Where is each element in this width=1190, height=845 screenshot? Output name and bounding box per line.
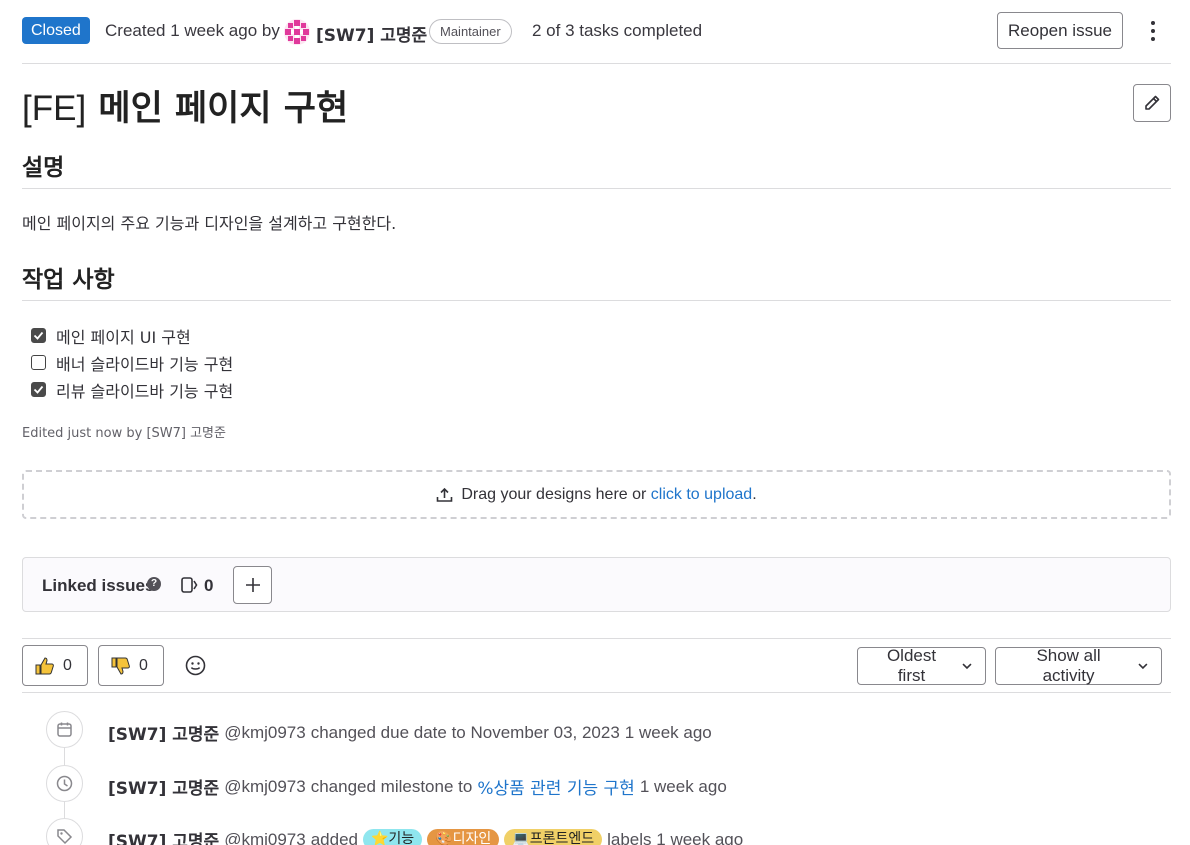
status-badge: Closed <box>22 17 90 44</box>
task-checkbox[interactable] <box>31 382 46 397</box>
activity-filter-label: Show all activity <box>1036 646 1101 685</box>
task-item: 메인 페이지 UI 구현 <box>31 322 233 349</box>
task-label: 메인 페이지 UI 구현 <box>56 327 191 347</box>
tasks-heading: 작업 사항 <box>22 260 1171 301</box>
label-design[interactable]: 🎨디자인 <box>427 829 500 845</box>
more-actions-icon[interactable] <box>1143 16 1163 46</box>
label-icon <box>46 818 83 845</box>
task-item: 리뷰 슬라이드바 기능 구현 <box>31 376 233 403</box>
pencil-icon <box>1145 95 1160 110</box>
activity-item: [SW7] 고명준 @kmj0973 changed due date to N… <box>108 720 712 746</box>
activity-handle: @kmj0973 <box>224 829 306 845</box>
linked-issues-title: Linked issues <box>42 576 155 595</box>
check-icon <box>33 331 44 340</box>
activity-suffix: labels 1 week ago <box>607 829 744 845</box>
task-checkbox[interactable] <box>31 328 46 343</box>
milestone-link[interactable]: %상품 관련 기능 구현 <box>477 774 635 799</box>
thumbs-up-button[interactable]: 0 <box>22 645 88 686</box>
author-name[interactable]: [SW7] 고명준 <box>316 21 427 46</box>
add-reaction-icon[interactable] <box>184 654 207 677</box>
task-list: 메인 페이지 UI 구현 배너 슬라이드바 기능 구현 리뷰 슬라이드바 기능 … <box>31 322 233 403</box>
click-to-upload-link[interactable]: click to upload <box>651 486 752 503</box>
activity-time: 1 week ago <box>624 722 712 742</box>
label-frontend[interactable]: 💻프론트엔드 <box>504 829 603 845</box>
thumbs-down-icon <box>111 657 130 675</box>
upload-suffix: . <box>752 485 757 503</box>
sort-order-dropdown[interactable]: Oldest first <box>857 646 986 685</box>
activity-author[interactable]: [SW7] 고명준 <box>108 720 219 745</box>
chevron-down-icon <box>1138 663 1148 670</box>
activity-handle: @kmj0973 <box>224 722 306 742</box>
role-badge: Maintainer <box>429 19 512 44</box>
issue-title: [FE] 메인 페이지 구현 <box>22 80 348 131</box>
design-dropzone[interactable]: Drag your designs here or click to uploa… <box>22 470 1171 519</box>
thumbs-down-count: 0 <box>139 656 148 674</box>
issue-page: Closed Created 1 week ago by [SW7] 고명준 M… <box>0 0 1190 845</box>
upload-text: Drag your designs here or <box>461 485 647 503</box>
activity-item: [SW7] 고명준 @kmj0973 changed milestone to … <box>108 774 727 800</box>
activity-handle: @kmj0973 <box>224 776 306 796</box>
issues-icon <box>181 577 198 593</box>
plus-icon <box>245 578 260 592</box>
task-label: 배너 슬라이드바 기능 구현 <box>56 354 234 374</box>
clock-icon <box>46 765 83 802</box>
edited-note: Edited just now by [SW7] 고명준 <box>22 426 226 441</box>
activity-author[interactable]: [SW7] 고명준 <box>108 827 219 845</box>
activity-time: 1 week ago <box>639 776 727 796</box>
activity-filter-dropdown[interactable]: Show all activity <box>995 646 1162 685</box>
add-linked-issue-button[interactable] <box>233 566 272 604</box>
label-feature[interactable]: ⭐기능 <box>363 829 423 845</box>
task-label: 리뷰 슬라이드바 기능 구현 <box>56 381 234 401</box>
thumbs-up-count: 0 <box>63 656 72 674</box>
thumbs-up-icon <box>35 656 54 674</box>
divider <box>22 638 1171 639</box>
check-icon <box>33 385 44 394</box>
upload-icon <box>437 487 453 502</box>
created-text: Created 1 week ago by <box>105 21 280 40</box>
activity-author[interactable]: [SW7] 고명준 <box>108 774 219 799</box>
edit-title-button[interactable] <box>1133 84 1171 122</box>
reopen-issue-button[interactable]: Reopen issue <box>997 12 1123 49</box>
linked-issues-count: 0 <box>204 576 214 595</box>
issue-header: Closed Created 1 week ago by [SW7] 고명준 M… <box>22 12 1171 64</box>
issue-title-prefix: [FE] <box>22 89 87 128</box>
task-item: 배너 슬라이드바 기능 구현 <box>31 349 233 376</box>
sort-order-label: Oldest first <box>886 646 937 685</box>
linked-issues-card: Linked issues ? 0 <box>22 557 1171 612</box>
activity-text: changed milestone to <box>310 776 473 796</box>
activity-item: [SW7] 고명준 @kmj0973 added ⭐기능 🎨디자인 💻프론트엔드… <box>108 827 743 845</box>
help-icon[interactable]: ? <box>147 577 161 591</box>
calendar-icon <box>46 711 83 748</box>
description-heading: 설명 <box>22 148 1171 189</box>
tasks-status: 2 of 3 tasks completed <box>532 21 703 40</box>
description-text: 메인 페이지의 주요 기능과 디자인을 설계하고 구현한다. <box>22 214 397 233</box>
task-checkbox[interactable] <box>31 355 46 370</box>
divider <box>22 692 1171 693</box>
activity-text: changed due date to November 03, 2023 <box>310 722 620 742</box>
avatar[interactable] <box>283 18 311 46</box>
chevron-down-icon <box>962 663 972 670</box>
issue-title-main: 메인 페이지 구현 <box>98 89 349 129</box>
activity-text: added <box>310 829 358 845</box>
thumbs-down-button[interactable]: 0 <box>98 645 164 686</box>
